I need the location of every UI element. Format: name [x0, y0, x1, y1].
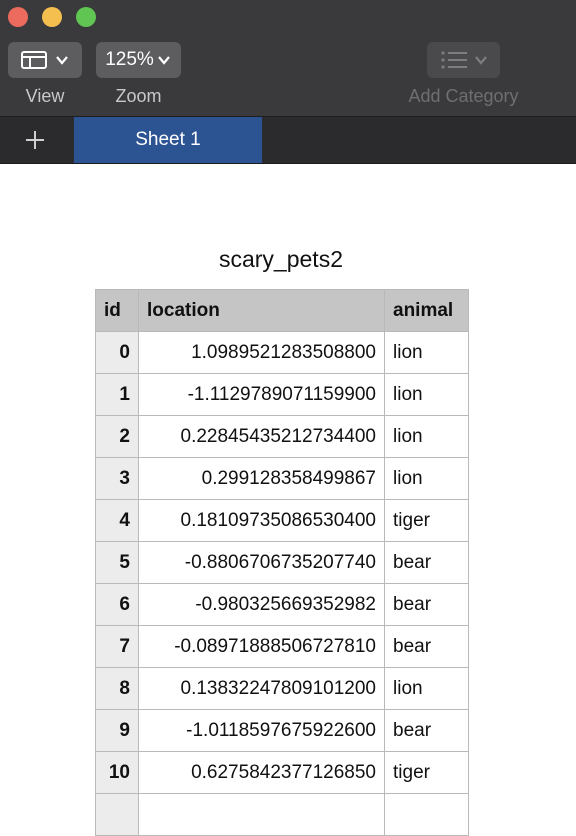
table-title[interactable]: scary_pets2 [0, 246, 562, 273]
animal-cell[interactable]: lion [384, 415, 469, 458]
location-cell[interactable]: -1.0118597675922600 [138, 709, 385, 752]
id-cell[interactable]: 0 [95, 331, 139, 374]
id-cell[interactable]: 4 [95, 499, 139, 542]
window-toolbar: View 125% Zoom Add Category [0, 0, 576, 116]
header-row: id location animal [95, 289, 469, 332]
list-icon [440, 51, 467, 69]
location-cell[interactable]: -0.8806706735207740 [138, 541, 385, 584]
data-table: id location animal 0 1.0989521283508800 … [95, 289, 469, 836]
id-cell[interactable]: 6 [95, 583, 139, 626]
zoom-label: Zoom [115, 86, 162, 106]
id-cell[interactable]: 8 [95, 667, 139, 710]
location-cell[interactable]: 0.13832247809101200 [138, 667, 385, 710]
minimize-window-button[interactable] [42, 7, 62, 27]
view-label: View [25, 86, 65, 106]
zoom-value: 125% [105, 49, 154, 70]
animal-cell[interactable]: lion [384, 373, 469, 416]
location-cell[interactable]: -1.1129789071159900 [138, 373, 385, 416]
animal-cell[interactable]: bear [384, 541, 469, 584]
column-header-animal[interactable]: animal [384, 289, 469, 332]
plus-icon [26, 131, 44, 149]
tab-sheet-1[interactable]: Sheet 1 [74, 117, 262, 163]
id-cell[interactable]: 7 [95, 625, 139, 668]
animal-cell[interactable]: lion [384, 457, 469, 500]
table-row: 4 0.18109735086530400 tiger [95, 499, 469, 542]
location-cell[interactable]: 0.18109735086530400 [138, 499, 385, 542]
column-header-id[interactable]: id [95, 289, 139, 332]
sheet-tab-bar: Sheet 1 [0, 116, 576, 164]
view-button[interactable] [8, 42, 82, 78]
add-sheet-button[interactable] [0, 117, 70, 163]
animal-cell[interactable]: bear [384, 625, 469, 668]
animal-cell[interactable]: lion [384, 331, 469, 374]
table-row: 1 -1.1129789071159900 lion [95, 373, 469, 416]
id-cell[interactable]: 1 [95, 373, 139, 416]
animal-cell[interactable]: bear [384, 709, 469, 752]
id-cell[interactable]: 10 [95, 751, 139, 794]
table-row: 7 -0.08971888506727810 bear [95, 625, 469, 668]
table-row: 6 -0.980325669352982 bear [95, 583, 469, 626]
id-cell[interactable]: 9 [95, 709, 139, 752]
animal-cell[interactable]: tiger [384, 499, 469, 542]
location-cell[interactable]: 0.6275842377126850 [138, 751, 385, 794]
zoom-dropdown[interactable]: 125% [96, 42, 181, 78]
add-category-button[interactable] [427, 42, 500, 78]
table-row: 8 0.13832247809101200 lion [95, 667, 469, 710]
animal-cell[interactable]: lion [384, 667, 469, 710]
location-cell[interactable]: 1.0989521283508800 [138, 331, 385, 374]
animal-cell[interactable]: bear [384, 583, 469, 626]
table-row: 2 0.22845435212734400 lion [95, 415, 469, 458]
table-row: 0 1.0989521283508800 lion [95, 331, 469, 374]
chevron-down-icon [474, 56, 487, 65]
zoom-window-button[interactable] [76, 7, 96, 27]
chevron-down-icon [157, 56, 170, 65]
tab-label: Sheet 1 [135, 129, 201, 150]
sidebar-layout-icon [21, 51, 47, 69]
location-cell[interactable]: -0.980325669352982 [138, 583, 385, 626]
id-cell[interactable]: 5 [95, 541, 139, 584]
table-row: 10 0.6275842377126850 tiger [95, 751, 469, 794]
table-row: 9 -1.0118597675922600 bear [95, 709, 469, 752]
id-cell[interactable]: 3 [95, 457, 139, 500]
add-category-label: Add Category [408, 86, 519, 106]
location-cell[interactable]: -0.08971888506727810 [138, 625, 385, 668]
close-window-button[interactable] [8, 7, 28, 27]
table-row: 3 0.299128358499867 lion [95, 457, 469, 500]
animal-cell[interactable]: tiger [384, 751, 469, 794]
id-cell[interactable]: 2 [95, 415, 139, 458]
chevron-down-icon [56, 56, 68, 65]
location-cell[interactable]: 0.22845435212734400 [138, 415, 385, 458]
column-header-location[interactable]: location [138, 289, 385, 332]
location-cell[interactable]: 0.299128358499867 [138, 457, 385, 500]
table-row: 5 -0.8806706735207740 bear [95, 541, 469, 584]
